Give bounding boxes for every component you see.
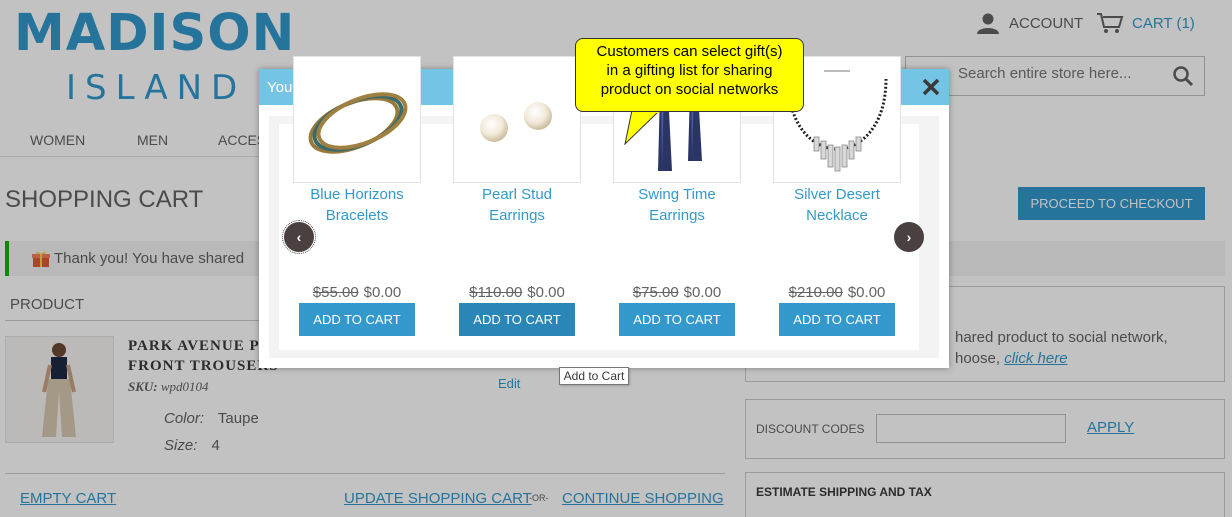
close-icon[interactable] bbox=[919, 75, 943, 99]
callout-pointer bbox=[624, 110, 661, 145]
gift-name-line1: Swing Time bbox=[638, 186, 716, 203]
add-to-cart-button[interactable]: ADD TO CART bbox=[619, 303, 735, 336]
gift-name-line2: Earrings bbox=[489, 207, 545, 224]
gift-name-line1: Silver Desert bbox=[794, 186, 880, 203]
gift-name[interactable]: Swing Time Earrings bbox=[589, 184, 765, 226]
carousel-prev-button[interactable]: ‹ bbox=[282, 220, 316, 254]
callout-line2: in a gifting list for sharing bbox=[606, 62, 773, 79]
gift-image-frame[interactable] bbox=[453, 56, 581, 183]
gift-name-line1: Blue Horizons bbox=[310, 186, 404, 203]
bracelet-image bbox=[308, 92, 408, 154]
carousel-next-button[interactable]: › bbox=[894, 222, 924, 252]
gift-old-price: $110.00 bbox=[469, 284, 523, 301]
gift-price: $75.00 $0.00 bbox=[589, 284, 765, 301]
gift-new-price: $0.00 bbox=[363, 284, 402, 301]
add-to-cart-button[interactable]: ADD TO CART bbox=[299, 303, 415, 336]
gift-old-price: $75.00 bbox=[632, 284, 679, 301]
gift-item: Pearl Stud Earrings $110.00 $0.00 ADD TO … bbox=[429, 56, 583, 336]
gift-name[interactable]: Silver Desert Necklace bbox=[749, 184, 925, 226]
gift-name[interactable]: Blue Horizons Bracelets bbox=[269, 184, 445, 226]
callout-line1: Customers can select gift(s) bbox=[596, 43, 783, 60]
add-to-cart-button[interactable]: ADD TO CART bbox=[459, 303, 575, 336]
annotation-callout: Customers can select gift(s) in a giftin… bbox=[575, 38, 804, 112]
gift-new-price: $0.00 bbox=[847, 284, 886, 301]
gift-price: $55.00 $0.00 bbox=[269, 284, 445, 301]
add-to-cart-button[interactable]: ADD TO CART bbox=[779, 303, 895, 336]
gift-name-line1: Pearl Stud bbox=[481, 186, 553, 203]
callout-line3: product on social networks bbox=[600, 81, 779, 98]
gift-name[interactable]: Pearl Stud Earrings bbox=[429, 184, 605, 226]
gift-price: $210.00 $0.00 bbox=[749, 284, 925, 301]
gift-old-price: $210.00 bbox=[788, 284, 843, 301]
gift-new-price: $0.00 bbox=[683, 284, 722, 301]
gift-name-line2: Necklace bbox=[806, 207, 868, 224]
gift-image-frame[interactable] bbox=[293, 56, 421, 183]
gift-new-price: $0.00 bbox=[527, 284, 565, 301]
gift-name-line2: Earrings bbox=[649, 207, 705, 224]
gift-old-price: $55.00 bbox=[312, 284, 359, 301]
pearl-earrings-image bbox=[480, 102, 552, 142]
gift-price: $110.00 $0.00 bbox=[429, 284, 605, 301]
add-to-cart-tooltip: Add to Cart bbox=[559, 367, 629, 385]
